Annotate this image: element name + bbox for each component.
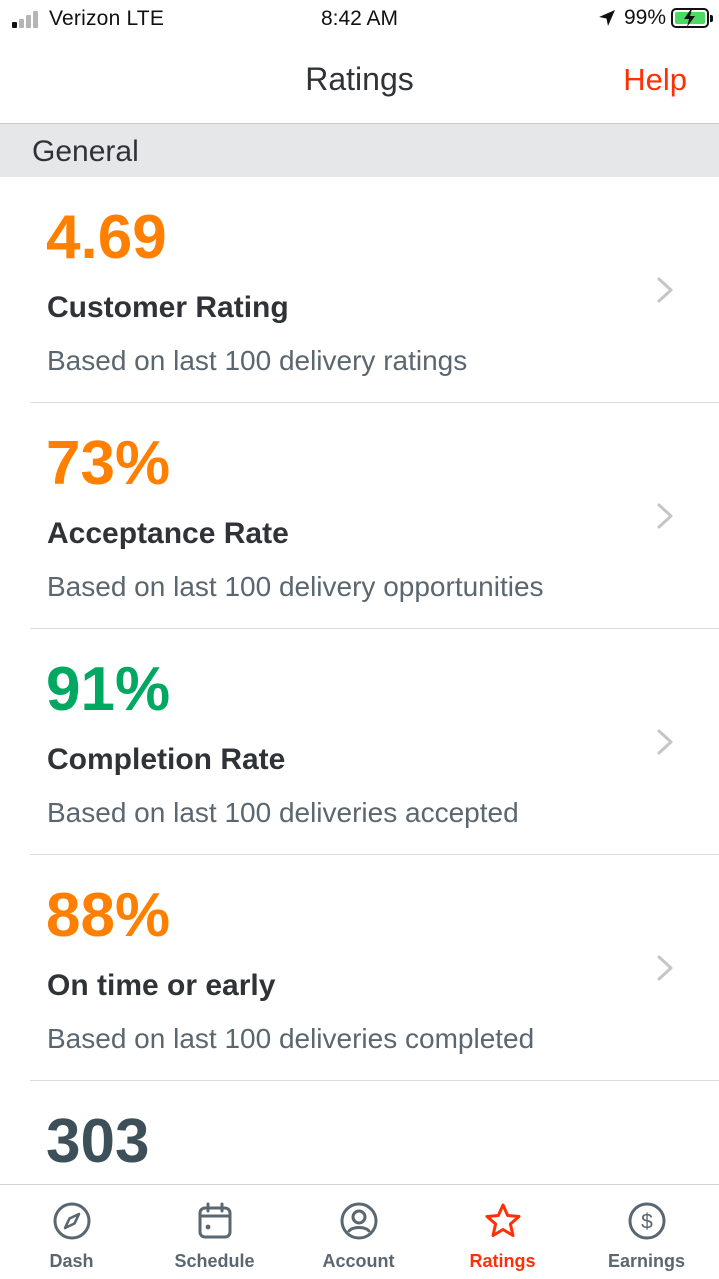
tab-bar: Dash Schedule Account Ratings $ Earnings [0,1184,719,1279]
metric-list: 4.69 Customer Rating Based on last 100 d… [0,177,719,1279]
tab-ratings[interactable]: Ratings [431,1185,574,1279]
metric-value: 303 [46,1107,150,1176]
battery-charging-icon [671,8,713,28]
section-title: General [32,135,139,168]
metric-value: 91% [46,655,171,724]
metric-row-completion-rate[interactable]: 91% Completion Rate Based on last 100 de… [0,629,719,855]
tab-label: Ratings [469,1251,536,1271]
user-circle-icon [340,1202,377,1240]
metric-description: Based on last 100 delivery ratings [47,345,468,376]
nav-bar: Ratings Help [0,38,719,124]
chevron-right-icon [657,503,673,529]
tab-label: Earnings [607,1251,686,1271]
help-button[interactable]: Help [623,62,687,98]
metric-row-customer-rating[interactable]: 4.69 Customer Rating Based on last 100 d… [0,177,719,403]
metric-value: 73% [46,429,171,498]
metric-label: Acceptance Rate [47,517,289,550]
metric-description: Based on last 100 delivery opportunities [47,571,544,602]
tab-earnings[interactable]: $ Earnings [575,1185,718,1279]
section-header-general: General [0,123,719,177]
status-right: 99% [597,6,713,30]
metric-description: Based on last 100 deliveries accepted [47,797,519,828]
svg-text:$: $ [641,1211,653,1234]
calendar-icon [198,1202,231,1239]
star-icon [485,1203,520,1237]
tab-dash[interactable]: Dash [0,1185,143,1279]
page-title: Ratings [305,61,414,97]
metric-label: On time or early [47,969,276,1002]
metric-value: 4.69 [46,203,167,272]
metric-label: Customer Rating [47,291,289,324]
chevron-right-icon [657,955,673,981]
chevron-right-icon [657,729,673,755]
tab-account[interactable]: Account [287,1185,430,1279]
status-bar: Verizon LTE 8:42 AM 99% [0,0,719,38]
compass-icon [53,1202,90,1240]
metric-description: Based on last 100 deliveries completed [47,1023,535,1054]
metric-value: 88% [46,881,171,950]
tab-schedule[interactable]: Schedule [143,1185,286,1279]
tab-label: Dash [49,1251,94,1271]
metric-row-acceptance-rate[interactable]: 73% Acceptance Rate Based on last 100 de… [0,403,719,629]
battery-percent: 99% [623,6,666,29]
metric-row-on-time[interactable]: 88% On time or early Based on last 100 d… [0,855,719,1081]
chevron-right-icon [657,277,673,303]
tab-label: Account [322,1251,395,1271]
dollar-circle-icon: $ [628,1202,665,1240]
tab-label: Schedule [174,1251,255,1271]
metric-label: Completion Rate [47,743,286,776]
location-arrow-icon [598,10,615,26]
